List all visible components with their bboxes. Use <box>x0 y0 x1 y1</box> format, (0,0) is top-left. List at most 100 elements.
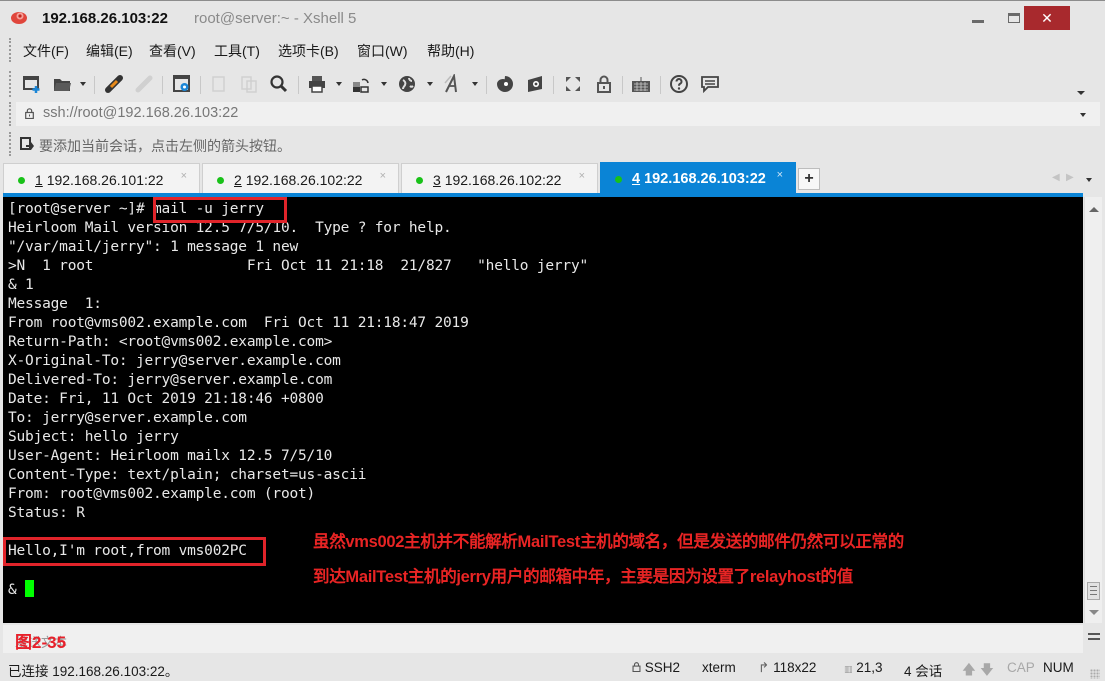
toolbar-separator <box>553 76 554 94</box>
compose-bar[interactable]: 发送文本 图2-35 <box>3 625 1083 653</box>
transfer-icon[interactable] <box>350 73 372 95</box>
tab-list-dropdown-icon[interactable] <box>1086 178 1092 182</box>
menu-help[interactable]: 帮助(H) <box>427 41 474 61</box>
menu-tools[interactable]: 工具(T) <box>214 41 260 61</box>
terminal-line: Subject: hello jerry <box>8 429 179 445</box>
add-session-arrow-icon[interactable] <box>20 137 34 151</box>
xftp-icon[interactable] <box>494 73 516 95</box>
compose-menu-icon[interactable] <box>1088 633 1100 643</box>
annotation-line-2: 到达MailTest主机的jerry用户的邮箱中年，主要是因为设置了relayh… <box>313 568 853 586</box>
connected-status-icon <box>18 177 25 184</box>
chat-icon[interactable] <box>699 73 721 95</box>
menu-tabs[interactable]: 选项卡(B) <box>278 41 339 61</box>
tab-number: 3 <box>433 172 441 188</box>
tab-number: 4 <box>632 171 641 187</box>
toolbar <box>0 69 1105 99</box>
tab-close-icon[interactable]: × <box>380 170 386 182</box>
connected-status-icon <box>615 176 622 183</box>
address-input[interactable]: ssh://root@192.168.26.103:22 <box>43 105 238 121</box>
properties-icon[interactable] <box>171 73 193 95</box>
globe-icon[interactable] <box>396 73 418 95</box>
resize-icon: ↱ <box>758 660 770 675</box>
fullscreen-icon[interactable] <box>562 73 584 95</box>
terminal-line: & 1 <box>8 277 34 293</box>
terminal-line: From: root@vms002.example.com (root) <box>8 486 316 502</box>
resize-grip[interactable] <box>1090 669 1100 679</box>
status-bar: 已连接 192.168.26.103:22。 SSH2 xterm ↱ 118x… <box>0 655 1105 681</box>
tab-close-icon[interactable]: × <box>181 170 187 182</box>
addressbar-grip[interactable] <box>9 102 11 126</box>
new-tab-button[interactable]: + <box>798 168 820 190</box>
scroll-up-icon[interactable] <box>1089 207 1099 212</box>
terminal-line: Heirloom Mail version 12.5 7/5/10. Type … <box>8 220 452 236</box>
xmanager-icon[interactable] <box>524 73 546 95</box>
terminal-line: Status: R <box>8 505 85 521</box>
scrollbar-thumb[interactable] <box>1087 582 1100 600</box>
lock-icon <box>632 662 641 673</box>
tab-session-4[interactable]: 4 192.168.26.103:22 × <box>600 162 796 194</box>
lock-icon <box>25 108 34 119</box>
window-title: 192.168.26.103:22 <box>42 10 168 27</box>
menu-bar: 文件(F) 编辑(E) 查看(V) 工具(T) 选项卡(B) 窗口(W) 帮助(… <box>0 38 1105 62</box>
tab-scroll-left-icon[interactable]: ◀ <box>1052 172 1060 183</box>
connect-icon[interactable] <box>103 73 125 95</box>
open-dropdown-icon[interactable] <box>80 82 86 86</box>
title-bar: 192.168.26.103:22 root@server:~ - Xshell… <box>0 2 1105 34</box>
find-icon[interactable] <box>268 73 290 95</box>
tab-scroll-right-icon[interactable]: ▶ <box>1066 172 1074 183</box>
message-body-highlight-box <box>3 537 266 566</box>
keyboard-icon[interactable] <box>630 73 652 95</box>
tab-label: 3 192.168.26.102:22 <box>433 172 561 188</box>
previous-session-icon[interactable]: 🡅 <box>962 660 976 681</box>
menu-window[interactable]: 窗口(W) <box>357 41 408 61</box>
font-icon[interactable] <box>442 73 464 95</box>
tab-close-icon[interactable]: × <box>777 169 783 181</box>
terminal-line: From root@vms002.example.com Fri Oct 11 … <box>8 315 469 331</box>
toolbar-grip[interactable] <box>9 71 11 97</box>
tab-close-icon[interactable]: × <box>579 170 585 182</box>
help-icon[interactable] <box>668 73 690 95</box>
terminal-scrollbar[interactable] <box>1084 197 1102 623</box>
terminal-screen[interactable]: [root@server ~]# mail -u jerry Heirloom M… <box>3 197 1083 623</box>
tab-session-2[interactable]: 2 192.168.26.102:22 × <box>202 163 399 193</box>
address-bar[interactable]: ssh://root@192.168.26.103:22 <box>16 102 1100 126</box>
address-dropdown-icon[interactable] <box>1080 113 1086 117</box>
tab-host: 192.168.26.103:22 <box>644 171 766 187</box>
terminal-line: >N 1 root Fri Oct 11 21:18 21/827 "hello… <box>8 258 589 274</box>
tab-number: 1 <box>35 172 43 188</box>
globe-dropdown-icon[interactable] <box>427 82 433 86</box>
connected-status-icon <box>416 177 423 184</box>
tab-session-1[interactable]: 1 192.168.26.101:22 × <box>3 163 200 193</box>
toolbar-separator <box>200 76 201 94</box>
xshell-window: 192.168.26.103:22 root@server:~ - Xshell… <box>0 0 1105 681</box>
transfer-dropdown-icon[interactable] <box>381 82 387 86</box>
open-folder-icon[interactable] <box>51 73 73 95</box>
menu-view[interactable]: 查看(V) <box>149 41 196 61</box>
menubar-grip[interactable] <box>9 38 11 62</box>
toolbar-separator <box>486 76 487 94</box>
toolbar-overflow-icon[interactable] <box>1077 91 1085 95</box>
new-session-icon[interactable] <box>21 73 43 95</box>
copy-icon[interactable] <box>208 73 230 95</box>
disconnect-icon[interactable] <box>133 73 155 95</box>
terminal-size-text: 118x22 <box>773 660 817 675</box>
tab-host: 192.168.26.102:22 <box>245 172 363 188</box>
toolbar-separator <box>660 76 661 94</box>
menu-edit[interactable]: 编辑(E) <box>86 41 133 61</box>
lock-icon[interactable] <box>593 73 615 95</box>
paste-icon[interactable] <box>238 73 260 95</box>
tab-label: 1 192.168.26.101:22 <box>35 172 163 188</box>
tab-session-3[interactable]: 3 192.168.26.102:22 × <box>401 163 598 193</box>
protocol-status: SSH2 <box>632 660 680 675</box>
print-icon[interactable] <box>306 73 328 95</box>
close-button[interactable]: ✕ <box>1024 6 1070 30</box>
figure-label: 图2-35 <box>15 633 67 652</box>
tab-label: 2 192.168.26.102:22 <box>234 172 362 188</box>
hintbar-grip[interactable] <box>9 132 11 156</box>
minimize-button[interactable] <box>960 6 996 30</box>
scroll-down-icon[interactable] <box>1089 610 1099 615</box>
next-session-icon[interactable]: 🡇 <box>980 660 994 681</box>
font-dropdown-icon[interactable] <box>472 82 478 86</box>
print-dropdown-icon[interactable] <box>336 82 342 86</box>
menu-file[interactable]: 文件(F) <box>23 41 69 61</box>
